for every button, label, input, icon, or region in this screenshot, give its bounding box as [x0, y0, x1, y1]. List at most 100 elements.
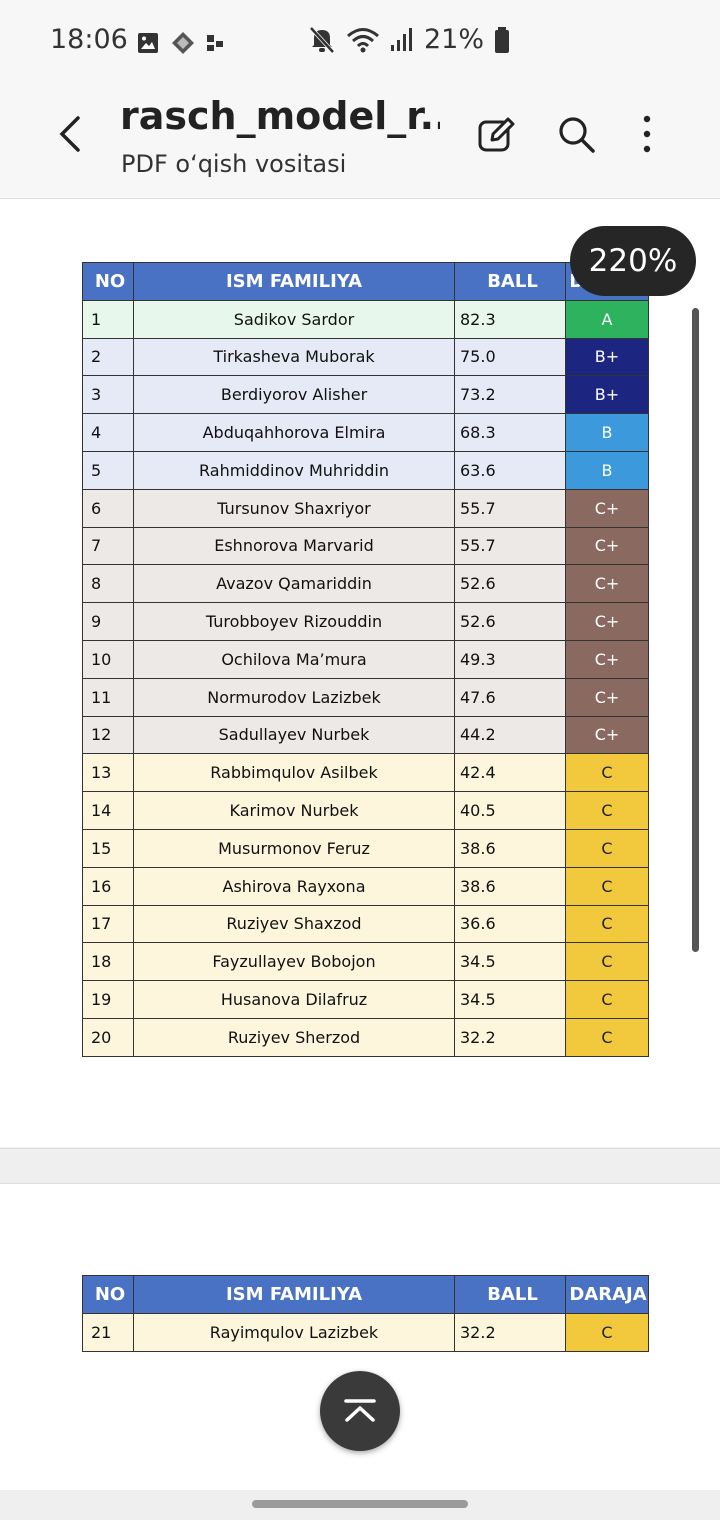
app-icon	[172, 32, 194, 54]
table-row: 15 Musurmonov Feruz 38.6 C	[82, 828, 649, 868]
table-row: 12 Sadullayev Nurbek 44.2 C+	[82, 715, 649, 755]
cell-name: Tursunov Shaxriyor	[133, 488, 455, 528]
cell-name: Rabbimqulov Asilbek	[133, 753, 455, 793]
more-options-button[interactable]	[632, 114, 662, 154]
table-header-row: NO ISM FAMILIYA BALL DARAJA	[82, 262, 649, 301]
header-no: NO	[82, 262, 134, 301]
cell-grade: B+	[565, 375, 649, 415]
home-gesture-handle[interactable]	[252, 1500, 468, 1508]
cell-ball: 63.6	[454, 450, 566, 490]
status-time: 18:06	[50, 24, 128, 55]
cell-no: 1	[82, 299, 134, 339]
cell-name: Husanova Dilafruz	[133, 980, 455, 1019]
table-row: 1 Sadikov Sardor 82.3 A	[82, 299, 649, 339]
cell-grade: C	[565, 942, 649, 982]
table-row: 14 Karimov Nurbek 40.5 C	[82, 791, 649, 830]
more-vert-icon	[643, 115, 651, 153]
cell-name: Musurmonov Feruz	[133, 828, 455, 868]
chevron-up-icon	[344, 1399, 376, 1422]
table-row: 3 Berdiyorov Alisher 73.2 B+	[82, 375, 649, 415]
cell-name: Abduqahhorova Elmira	[133, 413, 455, 452]
cell-no: 19	[82, 980, 134, 1019]
table-row: 5 Rahmiddinov Muhriddin 63.6 B	[82, 450, 649, 490]
cell-no: 6	[82, 488, 134, 528]
cell-ball: 82.3	[454, 299, 566, 339]
cell-grade: C	[565, 828, 649, 868]
cell-name: Rayimqulov Lazizbek	[133, 1312, 455, 1352]
cell-no: 5	[82, 450, 134, 490]
scrollbar-thumb[interactable]	[692, 308, 699, 952]
cell-grade: C+	[565, 639, 649, 679]
cell-grade: C+	[565, 715, 649, 755]
cell-grade: B+	[565, 337, 649, 377]
pdf-page-1[interactable]: NO ISM FAMILIYA BALL DARAJA 1Sadikov Sar…	[0, 199, 720, 1147]
cell-grade: C+	[565, 526, 649, 566]
edit-button[interactable]	[476, 114, 516, 154]
table-row: 2 Tirkasheva Muborak 75.0 B+	[82, 337, 649, 377]
table-body-page-2: 21 Rayimqulov Lazizbek 32.2 C	[82, 1312, 649, 1352]
cell-name: Turobboyev Rizouddin	[133, 602, 455, 641]
table-row: 21 Rayimqulov Lazizbek 32.2 C	[82, 1312, 649, 1352]
cell-no: 17	[82, 904, 134, 944]
cell-grade: A	[565, 299, 649, 339]
header-ball: BALL	[454, 262, 566, 301]
cell-grade: C	[565, 753, 649, 793]
cell-ball: 73.2	[454, 375, 566, 415]
cell-ball: 52.6	[454, 564, 566, 604]
status-system-icons: 21%	[308, 24, 510, 55]
cell-no: 3	[82, 375, 134, 415]
zoom-level-badge: 220%	[570, 226, 696, 296]
cell-ball: 38.6	[454, 828, 566, 868]
header-name: ISM FAMILIYA	[133, 262, 455, 301]
cell-grade: C	[565, 980, 649, 1019]
table-row: 20 Ruziyev Sherzod 32.2 C	[82, 1017, 649, 1057]
page-separator	[0, 1148, 720, 1184]
cell-no: 20	[82, 1017, 134, 1057]
cell-no: 12	[82, 715, 134, 755]
table-row: 8 Avazov Qamariddin 52.6 C+	[82, 564, 649, 604]
cell-ball: 42.4	[454, 753, 566, 793]
cell-no: 8	[82, 564, 134, 604]
search-button[interactable]	[556, 114, 596, 154]
cell-ball: 49.3	[454, 639, 566, 679]
cell-grade: C+	[565, 488, 649, 528]
cell-grade: B	[565, 413, 649, 452]
cell-grade: C	[565, 791, 649, 830]
cell-no: 4	[82, 413, 134, 452]
gesture-nav-bar	[0, 1490, 720, 1520]
cell-no: 13	[82, 753, 134, 793]
grades-table-page-2: NO ISM FAMILIYA BALL DARAJA 21 Rayimqulov…	[82, 1275, 649, 1352]
header-name: ISM FAMILIYA	[133, 1275, 455, 1314]
table-row: 7 Eshnorova Marvarid 55.7 C+	[82, 526, 649, 566]
cell-no: 9	[82, 602, 134, 641]
cell-no: 18	[82, 942, 134, 982]
cell-name: Ruziyev Shaxzod	[133, 904, 455, 944]
cell-name: Fayzullayev Bobojon	[133, 942, 455, 982]
back-arrow-icon	[59, 116, 80, 152]
dots-icon	[207, 35, 223, 51]
table-row: 11 Normurodov Lazizbek 47.6 C+	[82, 677, 649, 717]
cell-name: Ashirova Rayxona	[133, 866, 455, 906]
document-subtitle: PDF o‘qish vositasi	[121, 150, 347, 178]
cell-no: 15	[82, 828, 134, 868]
cell-name: Berdiyorov Alisher	[133, 375, 455, 415]
status-bar: 18:06 21%	[0, 0, 720, 86]
wifi-icon	[347, 27, 379, 52]
cell-grade: C+	[565, 602, 649, 641]
battery-percent: 21%	[424, 24, 485, 55]
cell-ball: 34.5	[454, 942, 566, 982]
cell-ball: 32.2	[454, 1017, 566, 1057]
cell-ball: 75.0	[454, 337, 566, 377]
header-grade: DARAJA	[565, 1275, 649, 1314]
table-row: 6 Tursunov Shaxriyor 55.7 C+	[82, 488, 649, 528]
table-row: 9 Turobboyev Rizouddin 52.6 C+	[82, 602, 649, 641]
scroll-to-top-button[interactable]	[320, 1371, 400, 1451]
back-button[interactable]	[50, 110, 94, 158]
cell-ball: 55.7	[454, 526, 566, 566]
status-notification-icons	[137, 30, 225, 56]
cell-name: Sadikov Sardor	[133, 299, 455, 339]
header-no: NO	[82, 1275, 134, 1314]
cell-name: Ruziyev Sherzod	[133, 1017, 455, 1057]
table-row: 4 Abduqahhorova Elmira 68.3 B	[82, 413, 649, 452]
table-header-row: NO ISM FAMILIYA BALL DARAJA	[82, 1275, 649, 1314]
